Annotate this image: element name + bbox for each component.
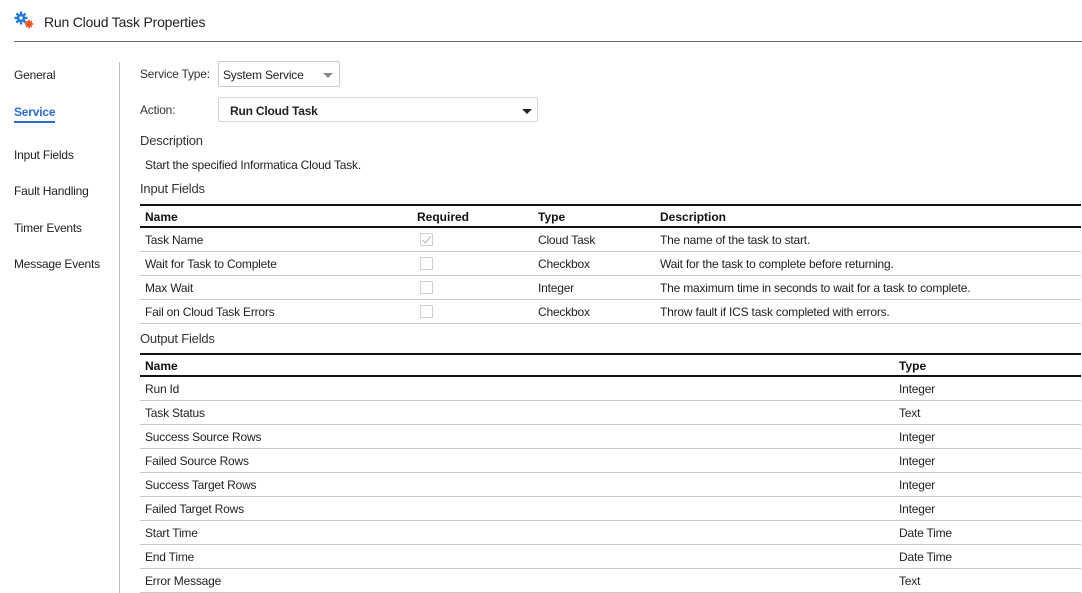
table-row: Wait for Task to Complete Checkbox Wait … [140, 252, 1081, 276]
sidebar-item-message-events[interactable]: Message Events [14, 257, 100, 271]
table-row: Task Name Cloud Task The name of the tas… [140, 228, 1081, 252]
field-type: Integer [538, 281, 574, 295]
table-row: Success Source Rows Integer [140, 425, 1081, 449]
field-type: Text [899, 574, 921, 588]
field-type: Integer [899, 454, 935, 468]
field-description: Wait for the task to complete before ret… [660, 257, 894, 271]
field-type: Date Time [899, 526, 952, 540]
table-header: Name Type [140, 353, 1081, 377]
gears-icon [14, 11, 34, 29]
chevron-down-icon [323, 73, 333, 78]
field-name: Error Message [145, 574, 222, 588]
table-row: Start Time Date Time [140, 521, 1081, 545]
required-checkbox[interactable] [420, 281, 433, 294]
required-checkbox[interactable] [420, 257, 433, 270]
table-row: Success Target Rows Integer [140, 473, 1081, 497]
required-checkbox[interactable] [420, 233, 433, 246]
field-description: Throw fault if ICS task completed with e… [660, 305, 890, 319]
description-text: Start the specified Informatica Cloud Ta… [145, 158, 361, 172]
sidebar-item-input-fields[interactable]: Input Fields [14, 148, 74, 162]
table-row: Error Message Text [140, 569, 1081, 593]
service-type-select[interactable]: System Service [218, 61, 340, 87]
properties-header: Run Cloud Task Properties [0, 0, 1082, 42]
field-type: Text [899, 406, 921, 420]
table-row: Fail on Cloud Task Errors Checkbox Throw… [140, 300, 1081, 324]
column-header-name: Name [145, 359, 178, 373]
field-type: Integer [899, 430, 935, 444]
field-name: Success Source Rows [145, 430, 262, 444]
sidebar-divider [119, 62, 120, 593]
action-label: Action: [140, 103, 176, 117]
output-fields-heading: Output Fields [140, 331, 215, 346]
field-type: Cloud Task [538, 233, 596, 247]
field-type: Date Time [899, 550, 952, 564]
table-row: End Time Date Time [140, 545, 1081, 569]
sidebar-item-fault-handling[interactable]: Fault Handling [14, 184, 89, 198]
field-type: Checkbox [538, 257, 590, 271]
sidebar-item-service[interactable]: Service [14, 105, 56, 123]
field-description: The maximum time in seconds to wait for … [660, 281, 971, 295]
field-type: Integer [899, 478, 935, 492]
field-type: Checkbox [538, 305, 590, 319]
table-row: Failed Target Rows Integer [140, 497, 1081, 521]
input-fields-table: Name Required Type Description Task Name… [140, 204, 1081, 324]
field-name: Fail on Cloud Task Errors [145, 305, 275, 319]
service-type-value: System Service [223, 68, 304, 82]
table-row: Max Wait Integer The maximum time in sec… [140, 276, 1081, 300]
field-name: Failed Source Rows [145, 454, 249, 468]
chevron-down-icon [522, 109, 532, 114]
action-select[interactable]: Run Cloud Task [218, 97, 538, 122]
field-name: Max Wait [145, 281, 193, 295]
field-type: Integer [899, 382, 935, 396]
sidebar-item-general[interactable]: General [14, 68, 55, 82]
description-heading: Description [140, 133, 203, 148]
page-title: Run Cloud Task Properties [44, 14, 206, 30]
column-header-name: Name [145, 210, 178, 224]
header-divider [14, 41, 1082, 42]
column-header-type: Type [899, 359, 927, 373]
field-name: Task Status [145, 406, 205, 420]
field-description: The name of the task to start. [660, 233, 811, 247]
field-type: Integer [899, 502, 935, 516]
field-name: Run Id [145, 382, 180, 396]
field-name: Task Name [145, 233, 204, 247]
column-header-required: Required [417, 210, 470, 224]
column-header-type: Type [538, 210, 566, 224]
input-fields-heading: Input Fields [140, 181, 205, 196]
service-type-label: Service Type: [140, 67, 210, 81]
table-header: Name Required Type Description [140, 204, 1081, 228]
action-value: Run Cloud Task [230, 104, 318, 118]
field-name: End Time [145, 550, 195, 564]
field-name: Wait for Task to Complete [145, 257, 277, 271]
table-row: Run Id Integer [140, 377, 1081, 401]
output-fields-table: Name Type Run Id Integer Task Status Tex… [140, 353, 1081, 593]
field-name: Success Target Rows [145, 478, 257, 492]
field-name: Start Time [145, 526, 198, 540]
required-checkbox[interactable] [420, 305, 433, 318]
column-header-description: Description [660, 210, 727, 224]
field-name: Failed Target Rows [145, 502, 244, 516]
table-row: Failed Source Rows Integer [140, 449, 1081, 473]
sidebar-item-timer-events[interactable]: Timer Events [14, 221, 82, 235]
table-row: Task Status Text [140, 401, 1081, 425]
